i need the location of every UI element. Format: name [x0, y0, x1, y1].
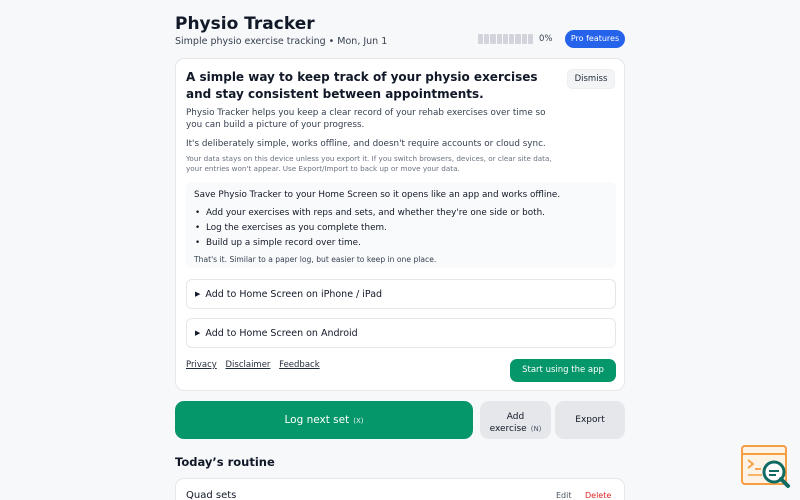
- progress-segment: [496, 34, 502, 44]
- progress-segment: [502, 34, 509, 44]
- progress-segment: [521, 34, 527, 44]
- android-install-label: Add to Home Screen on Android: [205, 328, 358, 339]
- progress-label: 0%: [539, 34, 553, 44]
- log-next-set-label: Log next set: [284, 414, 350, 426]
- ios-install-label: Add to Home Screen on iPhone / iPad: [205, 289, 383, 300]
- intro-paragraph: It's deliberately simple, works offline,…: [186, 139, 546, 149]
- disclaimer-link[interactable]: Disclaimer: [225, 360, 270, 370]
- tips-box: Save Physio Tracker to your Home Screen …: [186, 182, 616, 268]
- footer-links: Privacy Disclaimer Feedback: [186, 360, 326, 370]
- app-header: Physio Tracker Simple physio exercise tr…: [175, 0, 625, 56]
- export-button[interactable]: Export: [555, 401, 625, 439]
- tips-heading: Save Physio Tracker to your Home Screen …: [194, 190, 561, 200]
- tips-footer: That's it. Similar to a paper log, but e…: [194, 255, 437, 264]
- add-exercise-label: Add: [506, 412, 525, 422]
- progress-segment: [509, 34, 515, 44]
- tips-list: Add your exercises with reps and sets, a…: [194, 206, 545, 251]
- progress-segment: [490, 34, 496, 44]
- tips-list-item: Log the exercises as you complete them.: [194, 221, 545, 236]
- progress-bar: [478, 34, 533, 44]
- app-title: Physio Tracker: [175, 14, 315, 34]
- exercise-name: Quad sets: [186, 490, 237, 500]
- start-using-app-button[interactable]: Start using the app: [510, 359, 616, 382]
- feedback-link[interactable]: Feedback: [279, 360, 319, 370]
- routine-row[interactable]: Quad sets Edit Delete: [175, 478, 625, 500]
- progress-segment: [484, 34, 490, 44]
- log-next-set-button[interactable]: Log next set (X): [175, 401, 473, 439]
- edit-exercise-button[interactable]: Edit: [556, 491, 572, 500]
- shortcut-hint: (X): [353, 417, 364, 425]
- progress-segment: [478, 34, 484, 44]
- add-exercise-button[interactable]: Add exercise (N): [480, 401, 551, 439]
- triangle-right-icon: ▶: [195, 290, 201, 298]
- progress-segment: [515, 34, 521, 44]
- dismiss-button[interactable]: Dismiss: [567, 69, 615, 89]
- progress-segment: [527, 34, 533, 44]
- intro-heading: A simple way to keep track of your physi…: [186, 70, 538, 101]
- add-exercise-label: exercise: [489, 424, 527, 434]
- tips-list-item: Build up a simple record over time.: [194, 236, 545, 251]
- help-search-widget[interactable]: [740, 444, 792, 490]
- privacy-note: Your data stays on this device unless yo…: [186, 154, 552, 173]
- triangle-right-icon: ▶: [195, 329, 201, 337]
- android-install-disclosure[interactable]: ▶ Add to Home Screen on Android: [186, 318, 616, 348]
- privacy-link[interactable]: Privacy: [186, 360, 217, 370]
- routine-title: Today’s routine: [175, 455, 275, 469]
- delete-exercise-button[interactable]: Delete: [585, 491, 611, 500]
- tips-list-item: Add your exercises with reps and sets, a…: [194, 206, 545, 221]
- app-container: Physio Tracker Simple physio exercise tr…: [175, 0, 625, 500]
- app-subtitle: Simple physio exercise tracking • Mon, J…: [175, 36, 388, 47]
- ios-install-disclosure[interactable]: ▶ Add to Home Screen on iPhone / iPad: [186, 279, 616, 309]
- shortcut-hint: (N): [530, 425, 542, 433]
- pro-features-button[interactable]: Pro features: [565, 30, 625, 48]
- intro-paragraph: Physio Tracker helps you keep a clear re…: [186, 108, 546, 130]
- search-code-icon: [741, 445, 790, 488]
- intro-card: A simple way to keep track of your physi…: [175, 58, 625, 391]
